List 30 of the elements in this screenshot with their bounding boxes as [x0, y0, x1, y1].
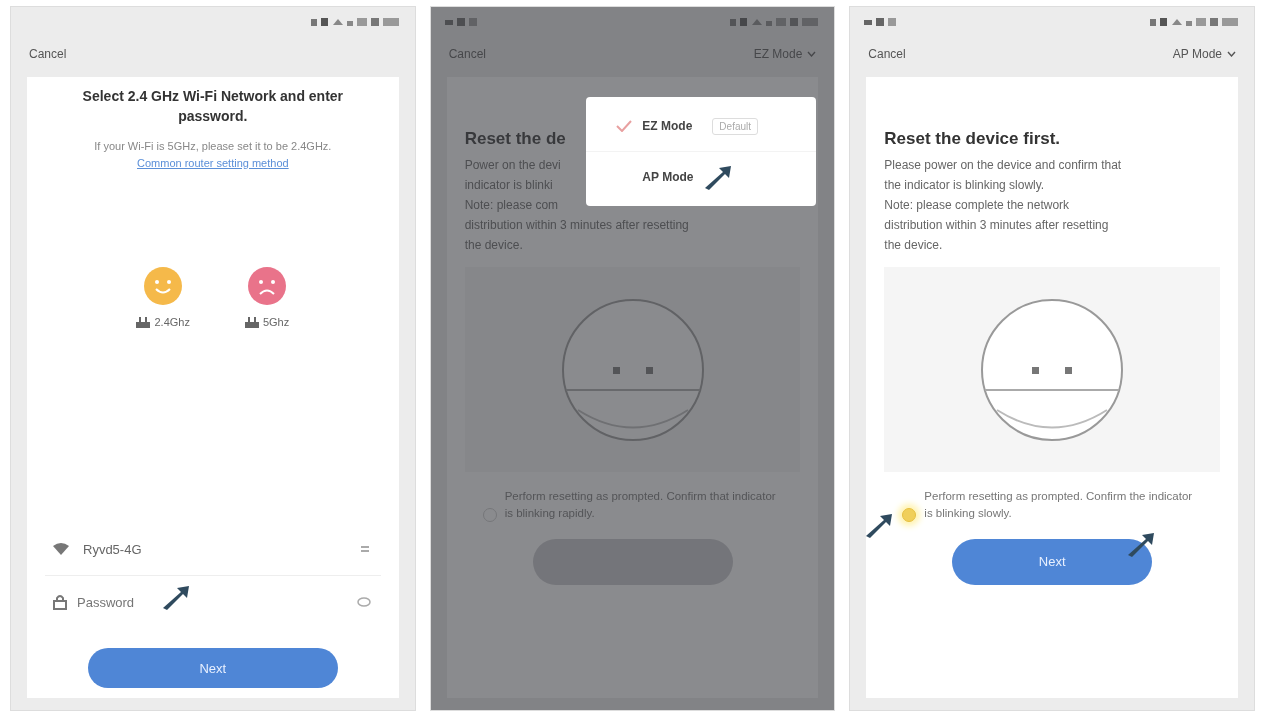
cancel-link[interactable]: Cancel — [868, 47, 906, 61]
band-label: 2.4Ghz — [154, 316, 190, 329]
next-button[interactable]: Next — [87, 648, 338, 688]
instruction-text: the device. — [464, 237, 523, 254]
mode-dropdown[interactable]: AP Mode — [1172, 47, 1222, 61]
router-setting-link[interactable]: Common router setting method — [137, 156, 289, 169]
instruction-text: Please power on the device and confirm that — [884, 157, 1122, 174]
band-label: 5Ghz — [262, 316, 290, 329]
password-field[interactable]: Password — [75, 593, 159, 611]
instruction-text: Note: please com — [464, 197, 559, 214]
hint-text: If your Wi-Fi is 5GHz, please set it to be 2.4GHz. Common router setting method — [93, 139, 333, 171]
confirm-text: Perform resetting as prompted. Confirm the indicator is blinking slowly. — [924, 489, 1194, 522]
screen-title: Select 2.4 GHz Wi-Fi Network and enter password. — [81, 87, 345, 126]
instruction-text: distribution within 3 minutes after resetting — [884, 217, 1109, 234]
cancel-link[interactable]: Cancel — [29, 47, 67, 61]
instruction-text: Power on the devi — [464, 157, 561, 174]
mode-menu-item[interactable]: EZ Mode Default — [586, 101, 817, 152]
screen-title: Reset the de — [464, 129, 567, 149]
mode-label: AP Mode — [642, 170, 694, 184]
mode-label: EZ Mode — [642, 119, 693, 133]
network-field[interactable]: Ryvd5-4G — [45, 523, 381, 576]
instruction-text: Note: please complete the network — [884, 197, 1070, 214]
instruction-text: distribution within 3 minutes after resetting — [464, 217, 689, 234]
screen-title: Reset the device first. — [884, 129, 1062, 149]
instruction-text: the indicator is blinking slowly. — [884, 177, 1045, 194]
mode-menu-item[interactable]: AP Mode — [586, 152, 817, 202]
instruction-text: the device. — [884, 237, 943, 254]
instruction-text: indicator is blinki — [464, 177, 553, 194]
default-tag: Default — [712, 117, 759, 135]
next-button[interactable]: Next — [952, 538, 1153, 585]
